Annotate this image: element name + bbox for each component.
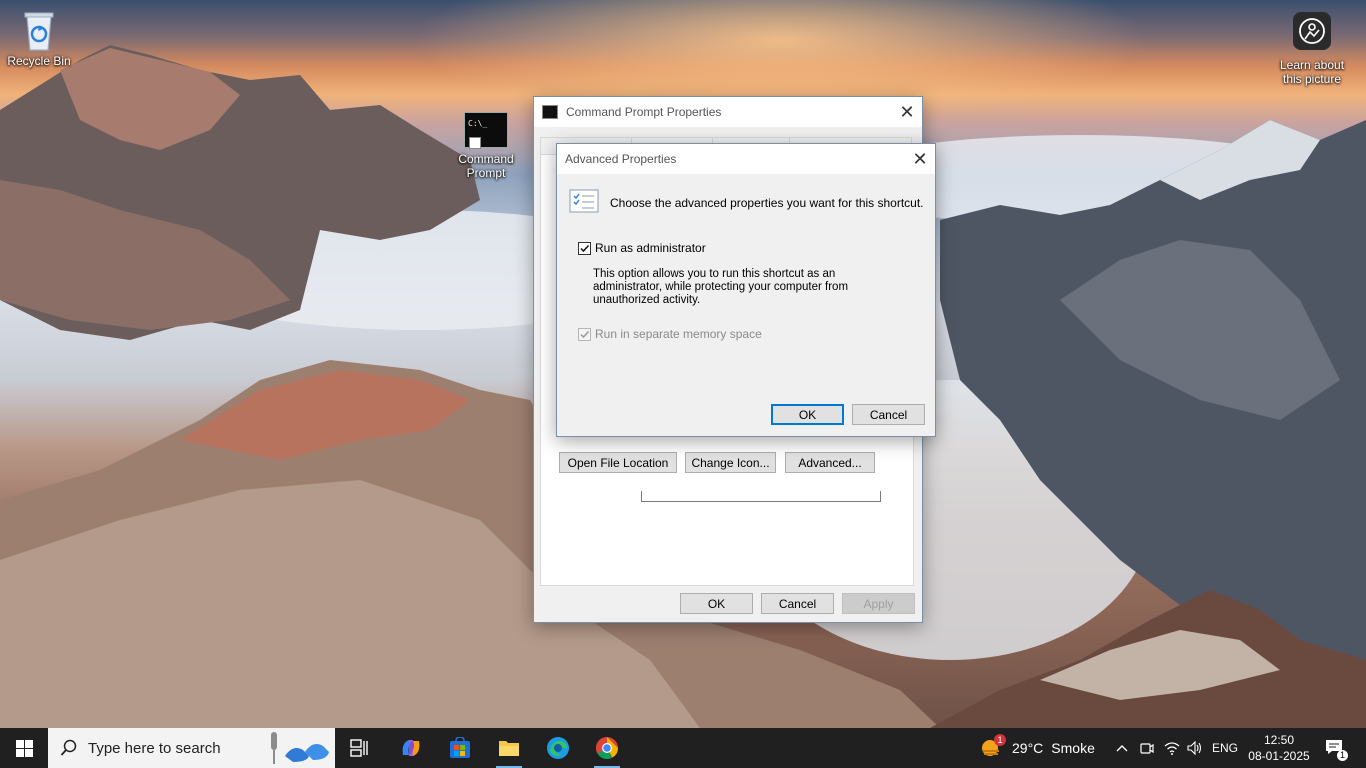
input-language-button[interactable]: ENG (1212, 728, 1238, 768)
notification-count: 1 (1337, 750, 1348, 761)
taskbar-search-box[interactable]: Type here to search (48, 728, 335, 768)
search-placeholder: Type here to search (88, 739, 221, 757)
weather-smoke-icon: 1 (980, 734, 1006, 759)
microsoft-store-button[interactable] (445, 728, 475, 768)
cmd-window-icon (542, 105, 558, 119)
run-as-admin-label: Run as administrator (595, 241, 706, 255)
search-highlight-icon (271, 732, 329, 764)
windows-logo-icon (15, 739, 33, 757)
copilot-button[interactable] (396, 728, 426, 768)
learn-about-picture-shortcut[interactable]: Learn about this picture (1272, 12, 1352, 86)
advanced-button[interactable]: Advanced... (785, 452, 875, 473)
props-cancel-button[interactable]: Cancel (761, 593, 834, 614)
adv-dialog-title: Advanced Properties (565, 152, 677, 166)
command-prompt-label: Command Prompt (458, 152, 514, 180)
props-text-field[interactable] (641, 491, 881, 502)
speaker-icon (1187, 741, 1202, 755)
run-as-admin-checkbox[interactable]: Run as administrator (578, 241, 706, 255)
start-button[interactable] (0, 728, 48, 768)
recycle-bin-label: Recycle Bin (7, 54, 71, 68)
clock-date: 08-01-2025 (1248, 749, 1310, 763)
task-view-icon (350, 739, 368, 757)
taskbar: Type here to search 1 29°C Smoke ENG 12:… (0, 728, 1366, 768)
props-title-bar: Command Prompt Properties ✕ (534, 97, 922, 127)
adv-dialog-body: Choose the advanced properties you want … (557, 174, 935, 436)
action-center-button[interactable]: 1 (1320, 728, 1350, 768)
camera-icon (1140, 743, 1154, 754)
learn-about-label: Learn about this picture (1279, 58, 1345, 86)
separate-memory-checkbox[interactable]: Run in separate memory space (578, 327, 762, 341)
chevron-up-icon (1116, 745, 1128, 752)
taskbar-clock[interactable]: 12:50 08-01-2025 (1244, 732, 1314, 764)
properties-list-icon (569, 189, 599, 213)
command-prompt-shortcut[interactable]: C:\_ Command Prompt (455, 112, 517, 180)
props-apply-button[interactable]: Apply (842, 593, 915, 614)
notification-icon: 1 (1325, 739, 1348, 761)
adv-cancel-button[interactable]: Cancel (852, 404, 925, 425)
chrome-icon (596, 737, 618, 759)
meet-now-button[interactable] (1138, 728, 1156, 768)
language-label: ENG (1212, 741, 1239, 755)
weather-condition: Smoke (1051, 740, 1095, 756)
copilot-icon (402, 740, 420, 756)
edge-icon (547, 737, 569, 759)
run-as-admin-description: This option allows you to run this short… (593, 268, 849, 306)
shortcut-arrow-icon (469, 137, 481, 149)
weather-temp: 29°C (1012, 740, 1044, 756)
command-prompt-icon: C:\_ (464, 112, 508, 149)
task-view-button[interactable] (346, 728, 374, 768)
weather-widget[interactable]: 1 29°C Smoke (980, 728, 1095, 768)
adv-title-bar: Advanced Properties ✕ (557, 144, 935, 174)
store-icon (450, 737, 470, 758)
props-ok-button[interactable]: OK (680, 593, 753, 614)
props-close-button[interactable]: ✕ (892, 97, 922, 127)
close-icon: ✕ (912, 148, 928, 169)
camera-icon (1293, 12, 1331, 50)
folder-icon (499, 741, 519, 756)
change-icon-button[interactable]: Change Icon... (685, 452, 776, 473)
adv-close-button[interactable]: ✕ (905, 144, 935, 174)
volume-button[interactable] (1185, 728, 1205, 768)
weather-badge: 1 (994, 734, 1006, 746)
clock-time: 12:50 (1263, 733, 1295, 747)
run-as-admin-checkmark-icon[interactable] (578, 241, 591, 255)
recycle-bin-icon (19, 8, 59, 52)
recycle-bin-shortcut[interactable]: Recycle Bin (4, 8, 74, 68)
edge-button[interactable] (542, 728, 574, 768)
adv-heading: Choose the advanced properties you want … (610, 196, 924, 210)
wifi-icon (1164, 742, 1180, 755)
separate-memory-label: Run in separate memory space (595, 327, 762, 341)
close-icon: ✕ (899, 101, 915, 122)
props-window-title: Command Prompt Properties (566, 105, 722, 119)
advanced-properties-dialog: Advanced Properties ✕ Choose the advance… (556, 143, 936, 437)
network-button[interactable] (1162, 728, 1182, 768)
search-icon (60, 739, 77, 756)
chrome-button[interactable] (590, 728, 624, 768)
open-file-location-button[interactable]: Open File Location (559, 452, 677, 473)
file-explorer-button[interactable] (492, 728, 526, 768)
separate-memory-checkmark-icon[interactable] (578, 327, 591, 341)
adv-ok-button[interactable]: OK (771, 404, 844, 425)
show-hidden-icons-button[interactable] (1112, 728, 1132, 768)
